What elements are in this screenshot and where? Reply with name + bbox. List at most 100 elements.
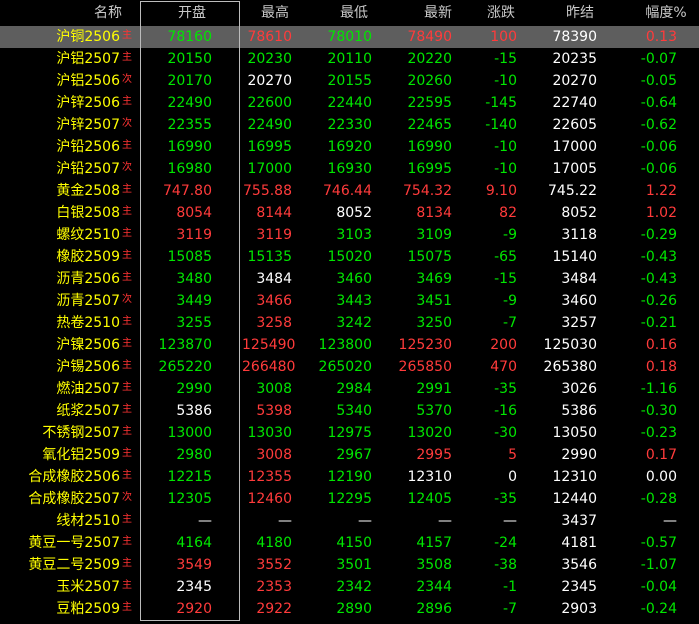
table-row[interactable]: 纸浆2507 主 5386 5398 5340 5370 -16 5386 -0.30 (0, 400, 699, 422)
contract-tag: 主 (122, 536, 132, 547)
open-price: 2920 (176, 601, 212, 617)
table-row[interactable]: 沥青2507 次 3449 3466 3443 3451 -9 3460 -0.26 (0, 290, 699, 312)
table-row[interactable]: 沪镍2506 主 123870 125490 123800 125230 200 125030… (0, 334, 699, 356)
table-row[interactable]: 不锈钢2507 主 13000 13030 12975 13020 -30 13050 -0.2… (0, 422, 699, 444)
table-row[interactable]: 沪铝2507 主 20150 20230 20110 20220 -15 20235 -0.07 (0, 48, 699, 70)
contract-tag: 次 (122, 118, 132, 129)
table-row[interactable]: 沪铝2506 次 20170 20270 20155 20260 -10 20270 -0.05 (0, 70, 699, 92)
high-price: 4180 (256, 535, 292, 551)
table-row[interactable]: 豆粕2509 主 2920 2922 2890 2896 -7 2903 -0.24 (0, 598, 699, 620)
table-row[interactable]: 玉米2507 主 2345 2353 2342 2344 -1 2345 -0.04 (0, 576, 699, 598)
last-price: 2896 (416, 601, 452, 617)
low-price: 22330 (327, 117, 372, 133)
table-row[interactable]: 热卷2510 主 3255 3258 3242 3250 -7 3257 -0.21 (0, 312, 699, 334)
contract-tag: 主 (122, 602, 132, 613)
prev-close: 745.22 (548, 183, 597, 199)
low-price: 22440 (327, 95, 372, 111)
contract-name: 沪铜2506 (56, 29, 120, 45)
last-price: 3451 (416, 293, 452, 309)
last-price: 3250 (416, 315, 452, 331)
change-pct: -0.30 (640, 403, 677, 419)
prev-close: 4181 (561, 535, 597, 551)
change-value: -15 (494, 51, 517, 67)
change-value: -10 (494, 139, 517, 155)
contract-name: 沪锌2506 (56, 95, 120, 111)
prev-close: 13050 (552, 425, 597, 441)
table-row[interactable]: 沥青2506 主 3480 3484 3460 3469 -15 3484 -0.43 (0, 268, 699, 290)
change-value: -35 (494, 491, 517, 507)
open-price: 8054 (176, 205, 212, 221)
table-row[interactable]: 白银2508 主 8054 8144 8052 8134 82 8052 1.02 (0, 202, 699, 224)
low-price: 3103 (336, 227, 372, 243)
change-pct: -0.64 (640, 95, 677, 111)
contract-tag: 主 (122, 30, 132, 41)
contract-name: 白银2508 (56, 205, 120, 221)
table-row[interactable]: 沪锌2506 主 22490 22600 22440 22595 -145 22740 -0.6… (0, 92, 699, 114)
col-header-high[interactable]: 最高 (245, 0, 305, 26)
prev-close: 17000 (552, 139, 597, 155)
table-row[interactable]: 黄金2508 主 747.80 755.88 746.44 754.32 9.10 745.2… (0, 180, 699, 202)
table-row[interactable]: 螺纹2510 主 3119 3119 3103 3109 -9 3118 -0.29 (0, 224, 699, 246)
table-row[interactable]: 沪铅2506 主 16990 16995 16920 16990 -10 17000 -0.06 (0, 136, 699, 158)
change-pct: -0.06 (640, 139, 677, 155)
open-price: 4164 (176, 535, 212, 551)
change-value: -10 (494, 73, 517, 89)
contract-name: 燃油2507 (56, 381, 120, 397)
table-row[interactable]: 沪铅2507 次 16980 17000 16930 16995 -10 17005 -0.06 (0, 158, 699, 180)
contract-name: 热卷2510 (56, 315, 120, 331)
open-price: 747.80 (163, 183, 212, 199)
contract-name: 玉米2507 (56, 579, 120, 595)
contract-name: 黄金2508 (56, 183, 120, 199)
col-header-prev-close[interactable]: 昨结 (540, 0, 620, 26)
prev-close: 17005 (552, 161, 597, 177)
change-pct: -0.29 (640, 227, 677, 243)
table-row[interactable]: 沪铜2506 主 78160 78610 78010 78490 100 78390 0.13 (0, 26, 699, 48)
open-price: 12215 (167, 469, 212, 485)
table-row[interactable]: 黄豆一号2507 主 4164 4180 4150 4157 -24 4181 -0.57 (0, 532, 699, 554)
change-pct: — (663, 513, 677, 529)
prev-close: 2903 (561, 601, 597, 617)
change-pct: 0.18 (645, 359, 677, 375)
table-row[interactable]: 沪锡2506 主 265220 266480 265020 265850 470 265380… (0, 356, 699, 378)
open-price: 78160 (167, 29, 212, 45)
high-price: 3008 (256, 447, 292, 463)
contract-tag: 主 (122, 316, 132, 327)
table-row[interactable]: 合成橡胶2507 次 12305 12460 12295 12405 -35 12440 -0.… (0, 488, 699, 510)
col-header-open[interactable]: 开盘 (144, 0, 240, 26)
open-price: 2980 (176, 447, 212, 463)
open-price: 12305 (167, 491, 212, 507)
change-pct: 1.02 (645, 205, 677, 221)
table-row[interactable]: 黄豆二号2509 主 3549 3552 3501 3508 -38 3546 -1.07 (0, 554, 699, 576)
col-header-name[interactable]: 名称 (0, 0, 122, 26)
last-price: 20260 (407, 73, 452, 89)
col-header-last[interactable]: 最新 (400, 0, 476, 26)
low-price: 12975 (327, 425, 372, 441)
table-row[interactable]: 线材2510 主 — — — — — 3437 — (0, 510, 699, 532)
table-row[interactable]: 橡胶2509 主 15085 15135 15020 15075 -65 15140 -0.43 (0, 246, 699, 268)
column-header-row: 名称 开盘 最高 最低 最新 涨跌 昨结 幅度% (0, 0, 699, 26)
col-header-low[interactable]: 最低 (310, 0, 398, 26)
col-header-pct[interactable]: 幅度% (636, 0, 696, 26)
high-price: 8144 (256, 205, 292, 221)
change-pct: -0.26 (640, 293, 677, 309)
last-price: 4157 (416, 535, 452, 551)
low-price: 3443 (336, 293, 372, 309)
last-price: 16995 (407, 161, 452, 177)
change-value: 100 (490, 29, 517, 45)
table-row[interactable]: 氧化铝2509 主 2980 3008 2967 2995 5 2990 0.17 (0, 444, 699, 466)
high-price: 12460 (247, 491, 292, 507)
contract-name: 黄豆二号2509 (28, 557, 120, 573)
col-header-change[interactable]: 涨跌 (470, 0, 532, 26)
table-row[interactable]: 合成橡胶2506 主 12215 12355 12190 12310 0 12310 0.00 (0, 466, 699, 488)
low-price: 16920 (327, 139, 372, 155)
open-price: 3549 (176, 557, 212, 573)
table-row[interactable]: 沪锌2507 次 22355 22490 22330 22465 -140 22605 -0.6… (0, 114, 699, 136)
prev-close: 12310 (552, 469, 597, 485)
table-row[interactable]: 燃油2507 主 2990 3008 2984 2991 -35 3026 -1.16 (0, 378, 699, 400)
change-value: 5 (508, 447, 517, 463)
last-price: 13020 (407, 425, 452, 441)
high-price: 2922 (256, 601, 292, 617)
contract-name: 沪铅2507 (56, 161, 120, 177)
high-price: 3484 (256, 271, 292, 287)
change-pct: -0.43 (640, 271, 677, 287)
